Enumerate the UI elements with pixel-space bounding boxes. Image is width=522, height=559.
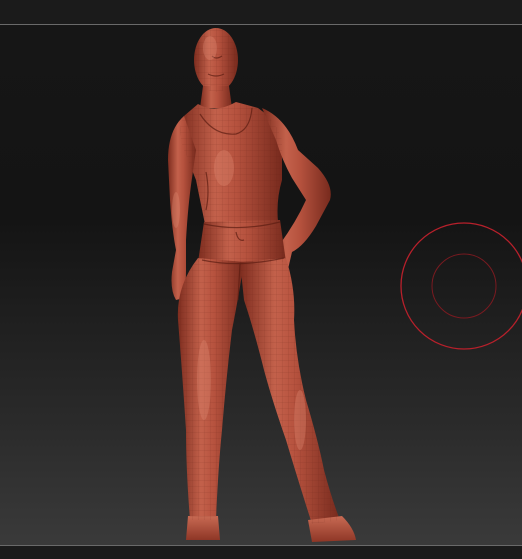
sculpt-viewport[interactable] bbox=[0, 0, 522, 559]
sculpt-model[interactable] bbox=[0, 0, 522, 559]
bottom-bar bbox=[0, 546, 522, 559]
